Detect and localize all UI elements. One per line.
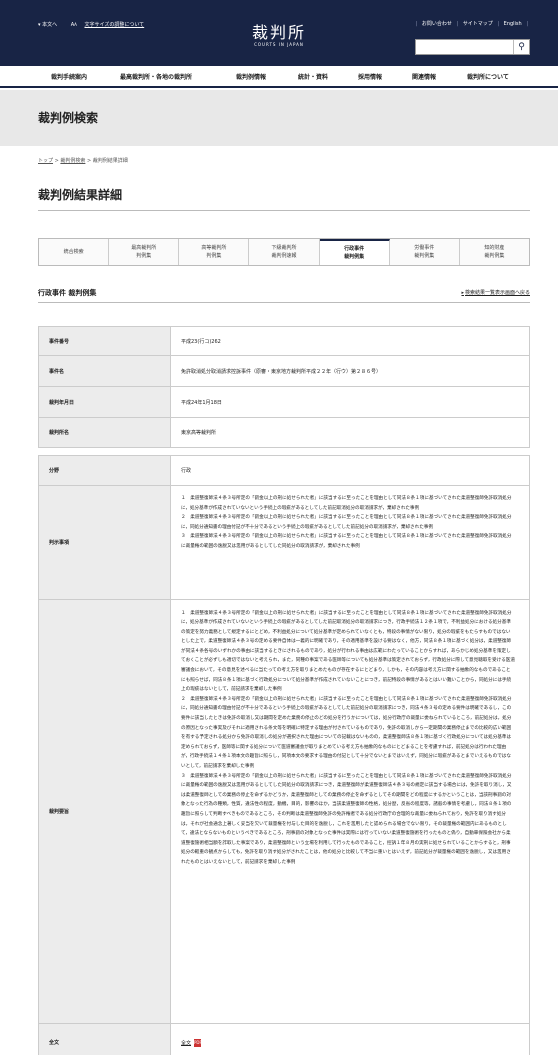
holding-text: １ 柔道整復師法４条３号所定の「罰金以上の刑に処せられた者」に該当するに至ったこ… [170, 485, 530, 600]
row-label: 分野 [38, 455, 171, 486]
site-header: ▾ 本文へ AA 文字サイズの調整について 裁判所 COURTS IN JAPA… [0, 0, 558, 66]
gnav-about[interactable]: 裁判所について [467, 72, 509, 81]
table-row: 全文 全文 PDF [38, 1023, 530, 1055]
search-tabs: 統合検索 最高裁判所 判例集 高等裁判所 判例集 下級裁判所 裁判例速報 行政事件 裁判… [38, 238, 530, 266]
table-row: 裁判要旨 １ 柔道整復師法４条３号所定の「罰金以上の刑に処せられた者」に該当する… [38, 599, 530, 1024]
gnav-precedents[interactable]: 裁判例情報 [236, 72, 266, 81]
search-button[interactable]: ⚲ [513, 40, 529, 54]
pdf-icon[interactable]: PDF [194, 1038, 202, 1047]
judgment-date: 平成24年1月18日 [170, 386, 530, 418]
breadcrumb-top[interactable]: トップ [38, 158, 53, 164]
gnav-recruitment[interactable]: 採用情報 [358, 72, 382, 81]
breadcrumb: トップ > 裁判例検索 > 裁判例結果詳細 [38, 158, 128, 164]
case-info-table: 事件番号 平成23(行コ)262 事件名 免許取消処分取消請求控訴事件（原審・東… [38, 326, 530, 448]
title-divider [38, 210, 530, 211]
tab-labor[interactable]: 労働事件 裁判例集 [389, 239, 460, 265]
back-to-results-link[interactable]: ▸検索結果一覧表示画面へ戻る [461, 289, 530, 296]
page-title: 裁判例結果詳細 [38, 188, 123, 202]
case-detail-table: 分野 行政 判示事項 １ 柔道整復師法４条３号所定の「罰金以上の刑に処せられた者… [38, 455, 530, 1055]
tab-integrated[interactable]: 統合検索 [39, 239, 110, 265]
full-text-cell: 全文 PDF [170, 1023, 530, 1055]
breadcrumb-search[interactable]: 裁判例検索 [60, 158, 85, 164]
sitemap-link[interactable]: サイトマップ [463, 21, 493, 27]
full-text-link[interactable]: 全文 [181, 1040, 191, 1046]
tab-ip[interactable]: 知的財産 裁判例集 [459, 239, 529, 265]
breadcrumb-current: 裁判例結果詳細 [92, 158, 128, 164]
section-band: 裁判例検索 [0, 90, 558, 146]
gnav-related[interactable]: 関連情報 [412, 72, 436, 81]
global-nav: 裁判手続案内 最高裁判所・各地の裁判所 裁判例情報 統計・資料 採用情報 関連情… [0, 66, 558, 88]
row-label: 事件名 [38, 355, 171, 387]
english-link[interactable]: English [504, 21, 522, 27]
gnav-courts[interactable]: 最高裁判所・各地の裁判所 [120, 72, 192, 81]
case-number: 平成23(行コ)262 [170, 326, 530, 356]
header-top-links: | お問い合わせ | サイトマップ | English | [415, 21, 528, 27]
field-value: 行政 [170, 455, 530, 486]
row-label: 裁判要旨 [38, 599, 171, 1024]
table-row: 事件名 免許取消処分取消請求控訴事件（原審・東京地方裁判所平成２２年（行ウ）第２… [38, 355, 530, 387]
row-label: 全文 [38, 1023, 171, 1055]
magnifier-icon: ⚲ [518, 42, 525, 52]
row-label: 裁判年月日 [38, 386, 171, 418]
tab-administrative[interactable]: 行政事件 裁判例集 [319, 239, 390, 265]
row-label: 事件番号 [38, 326, 171, 356]
tab-lower-court[interactable]: 下級裁判所 裁判例速報 [249, 239, 320, 265]
section-title: 行政事件 裁判例集 [38, 289, 97, 297]
court-name: 東京高等裁判所 [170, 417, 530, 448]
gnav-statistics[interactable]: 統計・資料 [298, 72, 328, 81]
row-label: 裁判所名 [38, 417, 171, 448]
band-title: 裁判例検索 [38, 111, 99, 125]
row-label: 判示事項 [38, 485, 171, 600]
contact-link[interactable]: お問い合わせ [422, 21, 452, 27]
arrow-right-icon: ▸ [461, 290, 464, 296]
tab-supreme-court[interactable]: 最高裁判所 判例集 [109, 239, 180, 265]
case-name: 免許取消処分取消請求控訴事件（原審・東京地方裁判所平成２２年（行ウ）第２８６号） [170, 355, 530, 387]
site-search-input[interactable]: ⚲ [415, 39, 530, 55]
gnav-procedures[interactable]: 裁判手続案内 [51, 72, 87, 81]
table-row: 裁判所名 東京高等裁判所 [38, 417, 530, 448]
tab-high-court[interactable]: 高等裁判所 判例集 [179, 239, 250, 265]
summary-text: １ 柔道整復師法４条３号所定の「罰金以上の刑に処せられた者」に該当するに至ったこ… [170, 599, 530, 1024]
section-divider [38, 302, 530, 303]
table-row: 事件番号 平成23(行コ)262 [38, 326, 530, 356]
table-row: 分野 行政 [38, 455, 530, 486]
table-row: 裁判年月日 平成24年1月18日 [38, 386, 530, 418]
table-row: 判示事項 １ 柔道整復師法４条３号所定の「罰金以上の刑に処せられた者」に該当する… [38, 485, 530, 600]
